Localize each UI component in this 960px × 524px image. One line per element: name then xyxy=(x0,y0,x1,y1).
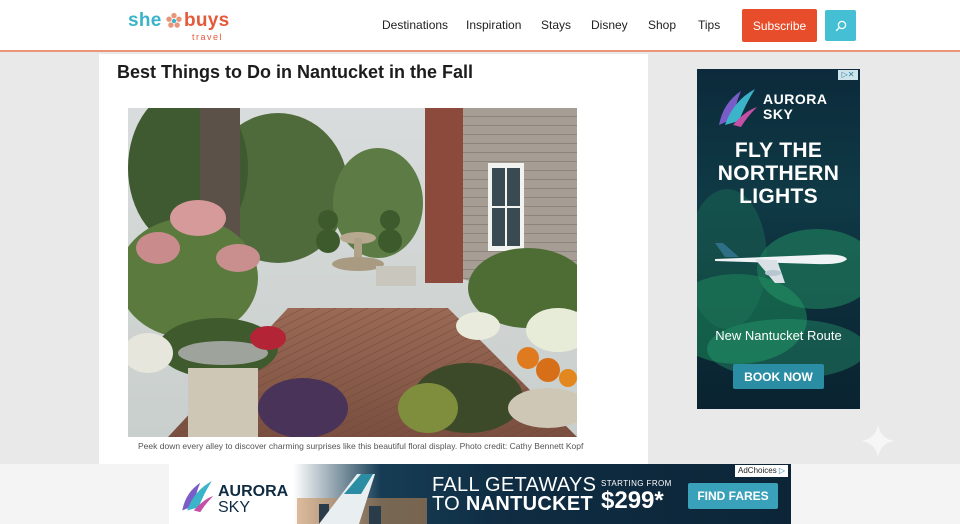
nav-inspiration[interactable]: Inspiration xyxy=(466,18,521,32)
site-logo[interactable]: she buys travel xyxy=(128,8,238,44)
nav-stays[interactable]: Stays xyxy=(541,18,571,32)
photo-caption: Peek down every alley to discover charmi… xyxy=(138,441,584,451)
ad-brand-line2: SKY xyxy=(763,106,794,122)
nav-destinations[interactable]: Destinations xyxy=(382,18,448,32)
banner-headline-place: NANTUCKET xyxy=(465,493,594,515)
flower-icon xyxy=(166,12,182,28)
adchoices-text: AdChoices xyxy=(738,466,777,475)
search-icon xyxy=(835,20,846,31)
site-header: she buys travel Destinations Inspiration… xyxy=(0,0,960,52)
logo-buys: buys xyxy=(184,10,230,31)
ad-subtitle: New Nantucket Route xyxy=(715,328,842,343)
ad-brand-line1: AURORA xyxy=(763,91,828,107)
ad-headline: FLY THE NORTHERN LIGHTS xyxy=(697,139,860,208)
adchoices-icon: ▷ xyxy=(778,466,786,475)
ad-headline-line3: LIGHTS xyxy=(739,185,818,208)
sidebar-ad[interactable]: ▷✕ AURORA SKY FLY THE NORTHERN LIGHTS Ne… xyxy=(697,69,860,409)
logo-she: she xyxy=(128,10,162,31)
ad-headline-line1: FLY THE xyxy=(734,139,823,162)
find-fares-button[interactable]: FIND FARES xyxy=(688,483,778,509)
ad-headline-line2: NORTHERN xyxy=(717,162,840,185)
banner-headline-line2: TO NANTUCKET xyxy=(432,493,593,516)
search-button[interactable] xyxy=(825,10,856,41)
nav-shop[interactable]: Shop xyxy=(648,18,676,32)
article-title: Best Things to Do in Nantucket in the Fa… xyxy=(117,62,474,82)
aurora-bird-logo-icon xyxy=(719,89,757,127)
bottom-banner-ad[interactable]: AURORA SKY FALL GETAWAYS TO NANTUCKET ST… xyxy=(169,464,791,524)
article-card: Best Things to Do in Nantucket in the Fa… xyxy=(99,54,648,464)
banner-brand-line2: SKY xyxy=(218,499,251,516)
ad-close-icon[interactable]: ▷✕ xyxy=(838,70,858,80)
sparkle-icon xyxy=(861,424,895,458)
banner-price: $299* xyxy=(601,487,664,514)
banner-headline-to: TO xyxy=(432,493,461,515)
article-photo xyxy=(128,108,577,437)
aurora-bird-logo-icon xyxy=(182,481,214,513)
book-now-button[interactable]: BOOK NOW xyxy=(733,364,824,389)
adchoices-label[interactable]: AdChoices ▷ xyxy=(735,465,789,477)
garden-alley-photo xyxy=(128,108,577,437)
nav-tips[interactable]: Tips xyxy=(698,18,720,32)
nav-disney[interactable]: Disney xyxy=(591,18,628,32)
subscribe-button[interactable]: Subscribe xyxy=(742,9,817,42)
logo-tagline: travel xyxy=(192,32,224,42)
